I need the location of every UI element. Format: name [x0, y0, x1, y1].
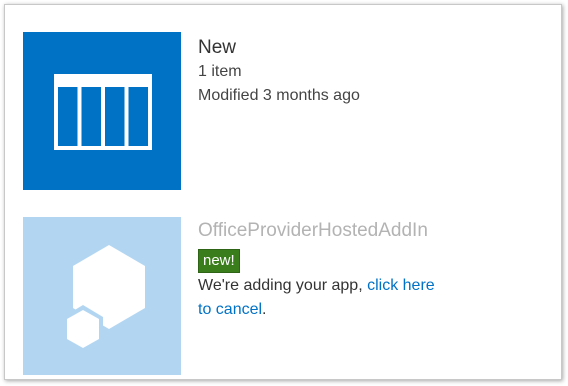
list-tile[interactable] — [23, 32, 181, 190]
app-title: OfficeProviderHostedAddIn — [198, 220, 428, 241]
list-table-icon — [54, 74, 152, 150]
list-title[interactable]: New — [198, 36, 360, 60]
app-install-status: We're adding your app, click here to canc… — [198, 274, 498, 322]
list-info: New 1 item Modified 3 months ago — [198, 36, 360, 108]
list-item-count: 1 item — [198, 63, 242, 80]
status-text: We're adding your app, — [198, 277, 368, 294]
app-info: OfficeProviderHostedAddIn new! We're add… — [198, 219, 498, 322]
app-hexagon-icon — [63, 245, 145, 353]
status-end: . — [262, 301, 267, 318]
new-badge: new! — [198, 249, 240, 273]
list-modified: Modified 3 months ago — [198, 87, 360, 104]
app-tiles-panel: New 1 item Modified 3 months ago OfficeP… — [4, 4, 562, 380]
app-tile[interactable] — [23, 217, 181, 375]
